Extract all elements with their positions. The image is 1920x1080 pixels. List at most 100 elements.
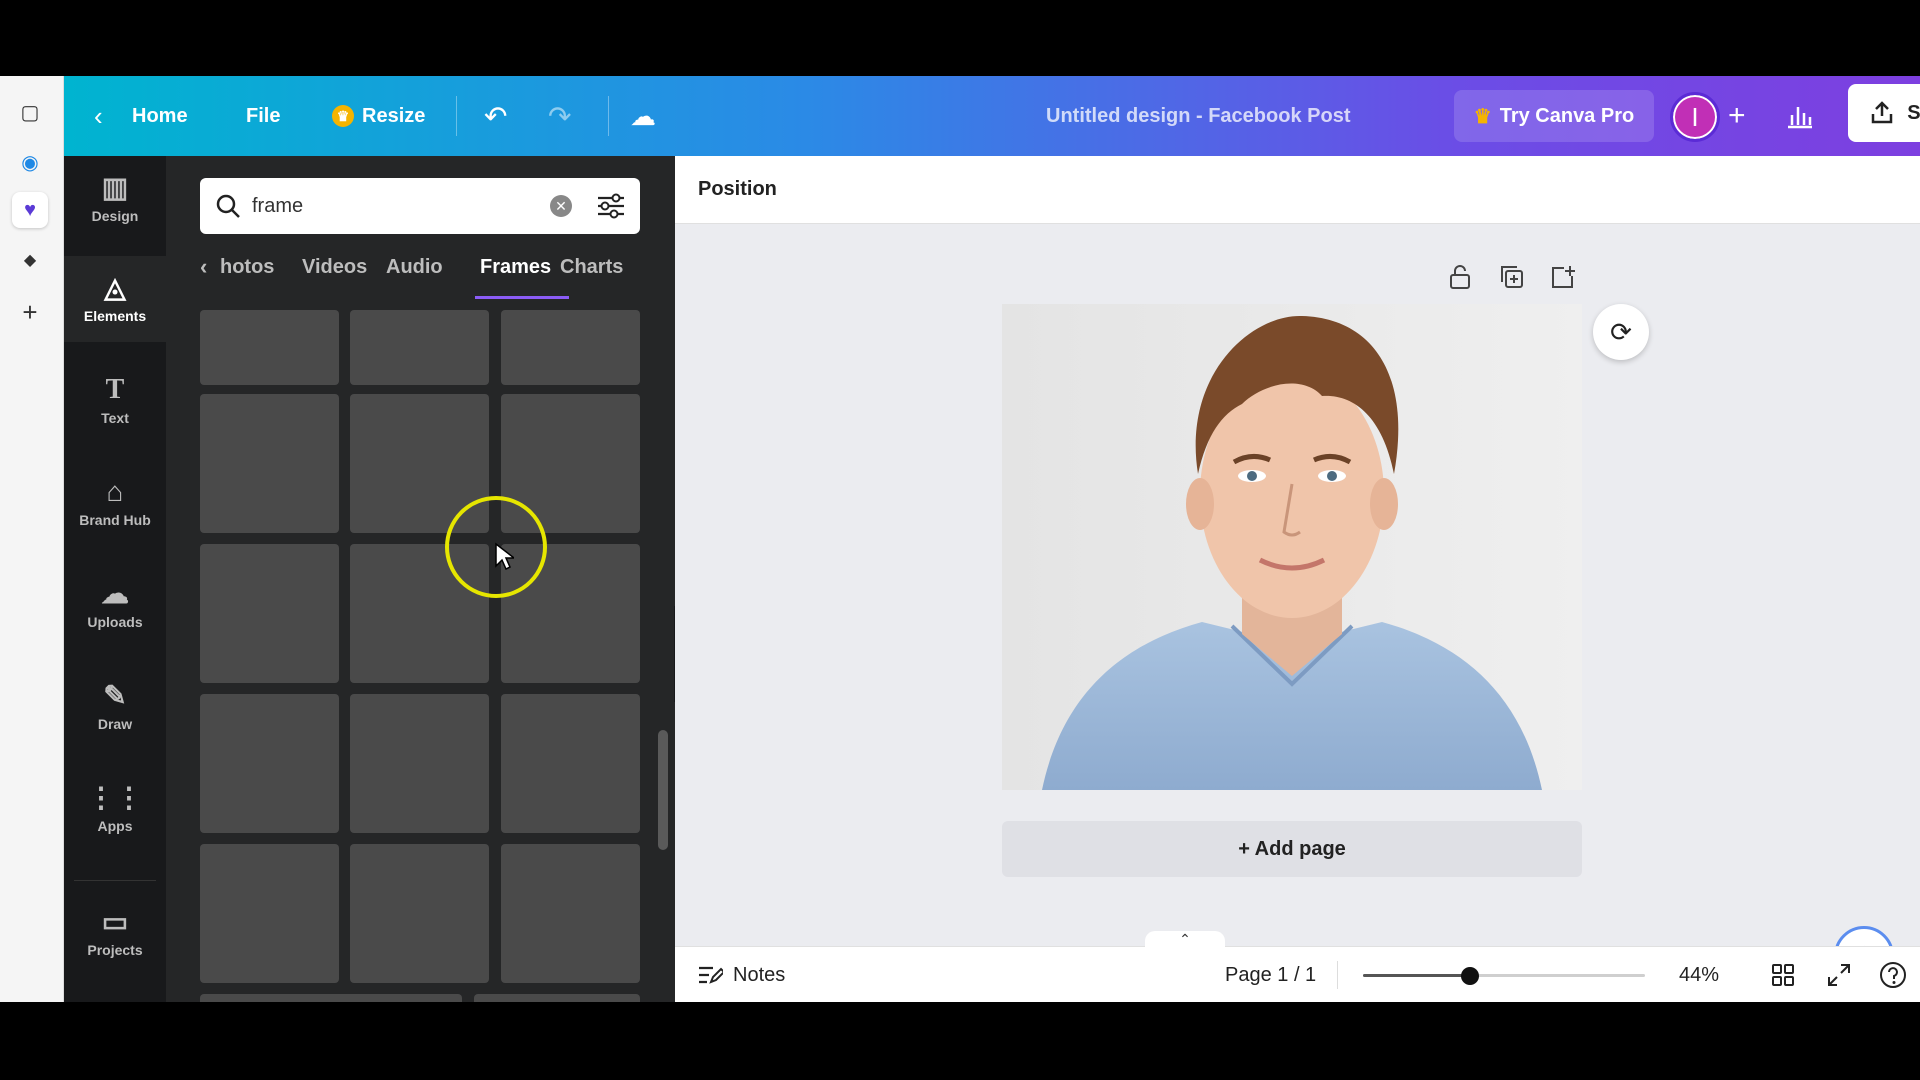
cloud-save-icon[interactable]: ☁ <box>630 76 656 156</box>
editor-side-nav: ▥ Design ◬ Elements T Text ⌂ Brand Hub ☁… <box>64 156 166 1002</box>
top-bar: ‹ Home File ♛ Resize ↶ ↷ ☁ Untitled desi… <box>64 76 1920 156</box>
crown-icon: ♛ <box>1473 105 1492 128</box>
try-canva-pro-button[interactable]: ♛ Try Canva Pro <box>1454 90 1654 142</box>
canva-extension-icon[interactable]: ♥ <box>12 192 48 228</box>
zoom-slider-fill <box>1363 974 1471 977</box>
mouse-pointer-icon <box>495 542 514 571</box>
frame-tile[interactable] <box>200 994 462 1002</box>
frame-tile[interactable] <box>200 694 339 833</box>
add-icon[interactable]: + <box>12 294 48 330</box>
tabs-icon[interactable]: ▢ <box>12 94 48 130</box>
nav-label: Uploads <box>87 614 143 630</box>
frame-tile[interactable] <box>200 394 339 533</box>
zoom-slider[interactable] <box>1363 967 1645 985</box>
nav-design[interactable]: ▥ Design <box>64 156 166 242</box>
nav-label: Text <box>101 410 129 426</box>
nav-draw[interactable]: ✎ Draw <box>64 664 166 750</box>
add-collaborator-icon[interactable]: + <box>1728 76 1746 156</box>
design-page[interactable] <box>1002 304 1582 790</box>
add-page-icon[interactable] <box>1550 264 1576 296</box>
crown-icon: ♛ <box>332 105 354 127</box>
active-tab-indicator <box>475 296 569 299</box>
undo-icon[interactable]: ↶ <box>484 76 507 156</box>
portrait-photo[interactable] <box>1002 304 1582 790</box>
context-toolbar: Position <box>675 156 1920 224</box>
search-icon <box>216 194 240 218</box>
frame-tile[interactable] <box>200 844 339 983</box>
search-box: ✕ <box>200 178 640 234</box>
category-tabs: ‹ hotos Videos Audio Frames Charts <box>196 254 646 304</box>
panel-scrollbar[interactable] <box>658 730 668 850</box>
frame-tile[interactable] <box>200 544 339 683</box>
add-page-button[interactable]: + Add page <box>1002 821 1582 877</box>
zoom-slider-handle[interactable] <box>1461 967 1480 985</box>
divider <box>456 96 457 136</box>
nav-text[interactable]: T Text <box>64 358 166 444</box>
frame-tile[interactable] <box>474 994 640 1002</box>
duplicate-page-icon[interactable] <box>1499 264 1525 296</box>
frame-tile[interactable] <box>501 844 640 983</box>
tab-videos[interactable]: Videos <box>302 256 367 279</box>
expand-pages-chevron-icon[interactable]: ⌃ <box>1145 931 1225 947</box>
notes-label: Notes <box>733 963 786 986</box>
regenerate-icon[interactable]: ⟳ <box>1593 304 1649 360</box>
document-title[interactable]: Untitled design - Facebook Post <box>1046 76 1350 156</box>
nav-projects[interactable]: ▭ Projects <box>64 890 166 976</box>
shapes-icon: ◬ <box>104 272 126 303</box>
folder-icon: ▭ <box>101 906 129 937</box>
tab-frames[interactable]: Frames <box>480 256 551 279</box>
frame-tile[interactable] <box>200 310 339 385</box>
back-chevron-icon[interactable]: ‹ <box>94 76 103 156</box>
redo-icon[interactable]: ↷ <box>548 76 571 156</box>
help-icon[interactable] <box>1879 947 1907 1002</box>
share-upload-icon <box>1871 101 1893 124</box>
nav-apps[interactable]: ⋮⋮ Apps <box>64 766 166 852</box>
zoom-percentage[interactable]: 44% <box>1679 947 1719 1002</box>
tab-charts[interactable]: Charts <box>560 256 623 279</box>
resize-label: Resize <box>362 104 426 127</box>
nav-label: Design <box>91 208 139 224</box>
frame-tile[interactable] <box>501 310 640 385</box>
frame-tile[interactable] <box>350 844 489 983</box>
home-button[interactable]: Home <box>132 76 188 156</box>
upload-cloud-icon: ☁ <box>101 578 129 609</box>
avatar[interactable]: I <box>1670 92 1720 142</box>
fullscreen-icon[interactable] <box>1827 947 1851 1002</box>
try-pro-label: Try Canva Pro <box>1499 104 1635 127</box>
file-menu-button[interactable]: File <box>246 76 280 156</box>
clear-search-icon[interactable]: ✕ <box>550 195 572 217</box>
frame-tile[interactable] <box>501 694 640 833</box>
filter-sliders-icon[interactable] <box>596 192 626 220</box>
nav-elements[interactable]: ◬ Elements <box>64 256 166 342</box>
layers-icon[interactable]: ◆ <box>12 242 48 278</box>
draw-icon: ✎ <box>103 680 127 711</box>
brand-icon: ⌂ <box>106 476 124 507</box>
divider <box>74 880 156 881</box>
nav-label: Draw <box>97 716 133 732</box>
grid-view-icon[interactable] <box>1771 947 1795 1002</box>
insights-chart-icon[interactable] <box>1786 76 1814 156</box>
notes-icon <box>699 966 723 984</box>
tab-audio[interactable]: Audio <box>386 256 443 279</box>
edge-icon[interactable]: ◉ <box>12 144 48 180</box>
nav-brand-hub[interactable]: ⌂ Brand Hub <box>64 460 166 546</box>
position-button[interactable]: Position <box>698 178 777 201</box>
browser-side-rail: ▢ ◉ ♥ ◆ + <box>0 76 64 1002</box>
notes-button[interactable]: Notes <box>697 947 785 1002</box>
nav-label: Elements <box>83 308 147 324</box>
nav-uploads[interactable]: ☁ Uploads <box>64 562 166 648</box>
app-window: ▢ ◉ ♥ ◆ + ‹ Home File ♛ Resize ↶ ↷ ☁ Unt… <box>0 76 1920 1002</box>
search-input[interactable] <box>252 192 552 220</box>
editor-canvas-area: Position ⟳ + Add page <box>675 156 1920 1002</box>
tab-photos[interactable]: hotos <box>220 256 274 279</box>
frame-tile[interactable] <box>350 694 489 833</box>
frame-tile[interactable] <box>350 310 489 385</box>
resize-button[interactable]: ♛ Resize <box>332 76 425 156</box>
share-button[interactable]: Share <box>1848 84 1920 142</box>
elements-panel: ✕ ‹ hotos Videos Audio Frames Charts <box>166 156 675 1002</box>
share-label: Share <box>1907 101 1920 124</box>
tabs-scroll-left-icon[interactable]: ‹ <box>200 254 207 280</box>
page-indicator[interactable]: Page 1 / 1 <box>1225 947 1316 1002</box>
lock-icon[interactable] <box>1448 264 1472 296</box>
text-icon: T <box>105 374 125 405</box>
